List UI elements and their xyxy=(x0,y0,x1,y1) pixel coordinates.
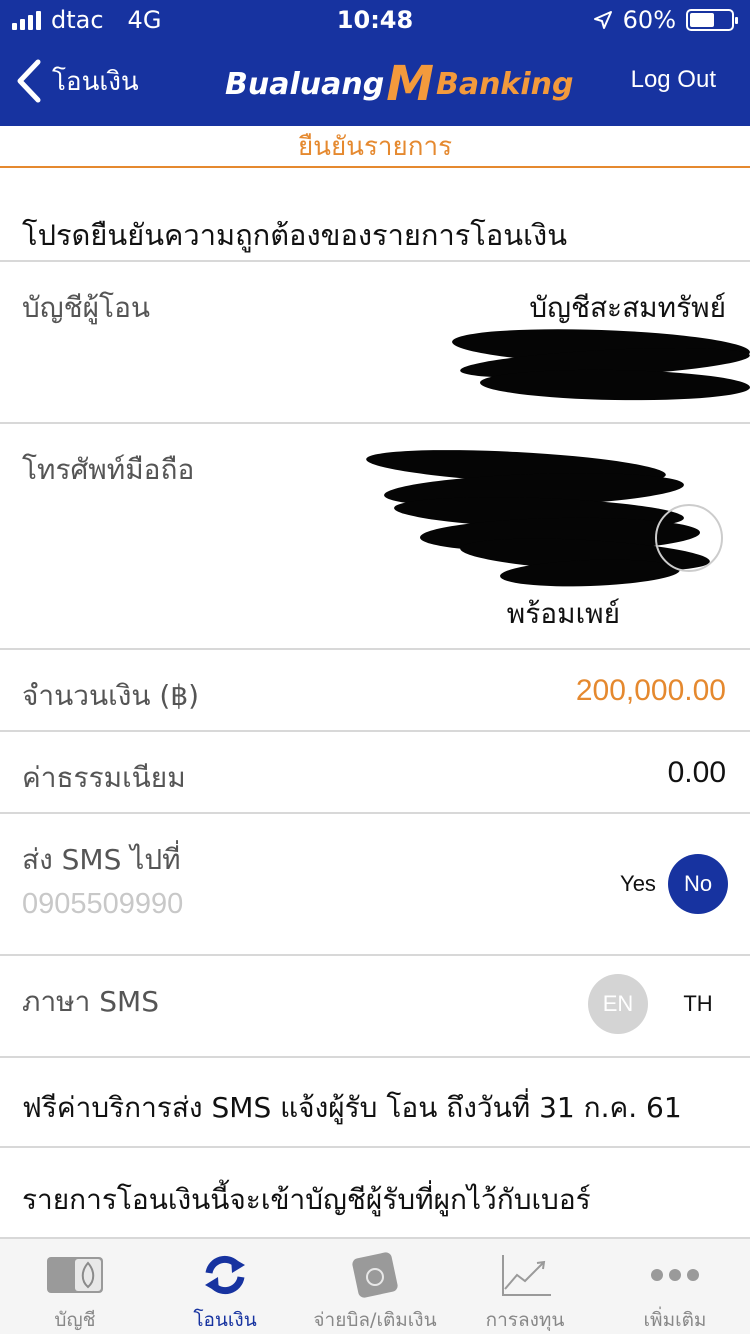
status-bar: dtac 4G 10:48 60% xyxy=(0,0,750,40)
amount-row: จำนวนเงิน (฿) 200,000.00 xyxy=(0,648,750,730)
confirm-intro: โปรดยืนยันความถูกต้องของรายการโอนเงิน xyxy=(22,218,568,252)
amount-label: จำนวนเงิน (฿) xyxy=(22,679,200,712)
logout-button[interactable]: Log Out xyxy=(631,66,716,94)
transfer-note-row: รายการโอนเงินนี้จะเข้าบัญชีผู้รับที่ผูกไ… xyxy=(0,1146,750,1236)
sms-phone-field[interactable]: 0905509990 xyxy=(22,888,183,921)
tab-invest[interactable]: การลงทุน xyxy=(450,1239,600,1334)
tab-account[interactable]: บัญชี xyxy=(0,1239,150,1334)
investment-chart-icon xyxy=(502,1255,551,1296)
sms-no-option[interactable]: No xyxy=(668,854,728,914)
detail-list: บัญชีผู้โอน บัญชีสะสมทรัพย์ โทรศัพท์มือถ… xyxy=(0,260,750,1236)
tab-more-label: เพิ่มเติม xyxy=(643,1309,707,1331)
fee-label: ค่าธรรมเนียม xyxy=(22,761,186,794)
sms-lang-en-option[interactable]: EN xyxy=(588,974,648,1034)
page-subtitle: ยืนยันรายการ xyxy=(0,126,750,168)
logo-text-left: Bualuang xyxy=(225,66,385,102)
sender-account-type: บัญชีสะสมทรัพย์ xyxy=(529,291,726,324)
chevron-left-icon xyxy=(17,59,41,103)
sender-label: บัญชีผู้โอน xyxy=(22,291,151,324)
sms-label: ส่ง SMS ไปที่ xyxy=(22,843,181,876)
back-label: โอนเงิน xyxy=(52,66,139,97)
amount-value: 200,000.00 xyxy=(575,674,726,707)
fee-value: 0.00 xyxy=(667,756,726,789)
sender-account-row: บัญชีผู้โอน บัญชีสะสมทรัพย์ xyxy=(0,260,750,422)
promptpay-label: พร้อมเพย์ xyxy=(506,597,620,630)
promptpay-logo-icon xyxy=(655,504,723,572)
mobile-label: โทรศัพท์มือถือ xyxy=(22,453,195,486)
tab-bill[interactable]: จ่ายบิล/เติมเงิน xyxy=(300,1239,450,1334)
battery-icon xyxy=(686,9,738,31)
sms-language-label: ภาษา SMS xyxy=(22,985,159,1018)
free-sms-notice: ฟรีค่าบริการส่ง SMS แจ้งผู้รับ โอน ถึงวั… xyxy=(22,1091,682,1124)
status-right: 60% xyxy=(593,6,738,34)
back-button[interactable]: โอนเงิน xyxy=(14,58,139,104)
mobile-row: โทรศัพท์มือถือ พร้อมเพย์ xyxy=(0,422,750,648)
sms-yes-option[interactable]: Yes xyxy=(608,854,668,914)
more-dots-icon xyxy=(651,1269,699,1281)
sms-lang-th-option[interactable]: TH xyxy=(668,974,728,1034)
logo-m: M xyxy=(386,56,434,112)
tab-account-label: บัญชี xyxy=(54,1309,96,1331)
bualuang-logo: Bualuang M Banking xyxy=(225,56,574,112)
nav-bar: โอนเงิน Bualuang M Banking Log Out xyxy=(0,40,750,126)
transfer-arrows-icon xyxy=(205,1255,245,1295)
sms-row: ส่ง SMS ไปที่ 0905509990 Yes No xyxy=(0,812,750,954)
location-arrow-icon xyxy=(593,11,612,29)
free-sms-notice-row: ฟรีค่าบริการส่ง SMS แจ้งผู้รับ โอน ถึงวั… xyxy=(0,1056,750,1146)
transfer-note: รายการโอนเงินนี้จะเข้าบัญชีผู้รับที่ผูกไ… xyxy=(22,1183,591,1216)
account-card-icon xyxy=(47,1257,103,1293)
tab-bill-label: จ่ายบิล/เติมเงิน xyxy=(313,1309,437,1331)
tab-transfer[interactable]: โอนเงิน xyxy=(150,1239,300,1334)
tab-transfer-label: โอนเงิน xyxy=(193,1309,257,1331)
fee-row: ค่าธรรมเนียม 0.00 xyxy=(0,730,750,812)
bill-wallet-icon xyxy=(352,1252,398,1298)
tab-more[interactable]: เพิ่มเติม xyxy=(600,1239,750,1334)
tab-invest-label: การลงทุน xyxy=(485,1309,565,1331)
logo-text-right: Banking xyxy=(435,66,574,102)
sms-language-row: ภาษา SMS EN TH xyxy=(0,954,750,1056)
battery-percent: 60% xyxy=(622,6,676,34)
bottom-tab-bar: บัญชี โอนเงิน จ่ายบิล/เติมเงิน การลงทุน xyxy=(0,1237,750,1334)
